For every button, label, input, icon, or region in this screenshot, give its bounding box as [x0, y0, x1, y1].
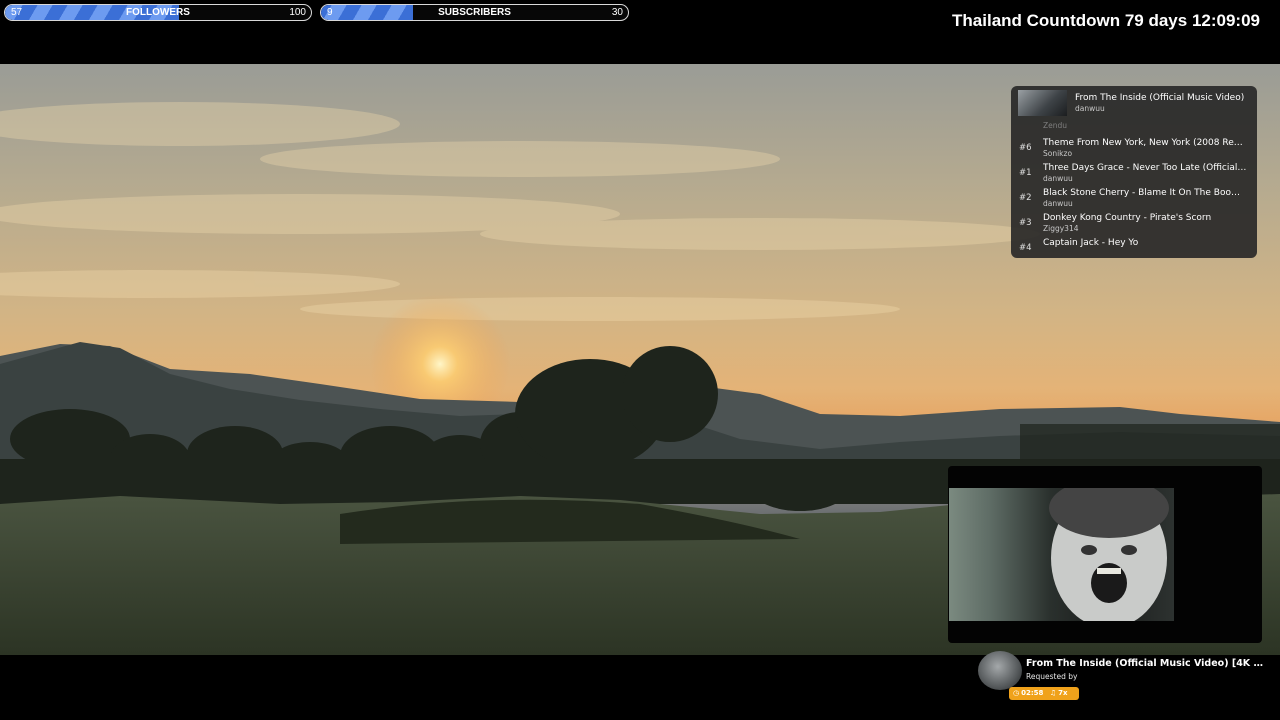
followers-target: 100 [289, 7, 306, 18]
queue-title: Three Days Grace - Never Too Late (Offic… [1043, 163, 1247, 173]
requester-avatar [978, 651, 1022, 690]
queue-rank: #1 [1019, 168, 1032, 178]
subscribers-label: SUBSCRIBERS [438, 7, 511, 18]
video-face-illustration [1049, 478, 1169, 628]
queue-rank: #2 [1019, 193, 1032, 203]
clock-icon: ◷ [1013, 689, 1020, 697]
like-count: 7x [1058, 689, 1068, 697]
now-playing-thumbnail [1018, 90, 1067, 116]
queue-item: #2 Black Stone Cherry - Blame It On The … [1011, 184, 1257, 209]
queue-rank: #3 [1019, 218, 1032, 228]
subscribers-goal-bar: 9 SUBSCRIBERS 30 [320, 4, 629, 21]
queue-user: danwuu [1043, 174, 1073, 183]
queue-rank: #6 [1019, 143, 1032, 153]
song-queue-panel: From The Inside (Official Music Video) d… [1011, 86, 1257, 258]
video-frame[interactable] [949, 478, 1174, 628]
queue-ghost-user: Zendu [1043, 121, 1068, 130]
queue-item: #1 Three Days Grace - Never Too Late (Of… [1011, 159, 1257, 184]
music-note-icon: ♫ [1049, 689, 1057, 697]
countdown-text: Thailand Countdown 79 days 12:09:09 [952, 11, 1260, 30]
queue-user: Sonikzo [1043, 149, 1073, 158]
queue-now-user: danwuu [1075, 104, 1105, 113]
subscribers-target: 30 [611, 7, 623, 18]
requested-by-label: Requested by [1026, 672, 1078, 681]
queue-item: #4 Captain Jack - Hey Yo [1011, 234, 1257, 258]
queue-title: Black Stone Cherry - Blame It On The Boo… [1043, 188, 1247, 198]
playback-time: 02:58 [1021, 689, 1044, 697]
queue-rank: #4 [1019, 243, 1032, 253]
queue-title: Theme From New York, New York (2008 Rema… [1043, 138, 1247, 148]
clouds [0, 102, 1040, 321]
queue-user: Ziggy314 [1043, 224, 1079, 233]
now-playing-title: From The Inside (Official Music Video) [… [1026, 658, 1270, 669]
followers-label: FOLLOWERS [126, 7, 190, 18]
queue-title: Captain Jack - Hey Yo [1043, 238, 1139, 248]
followers-goal-bar: 57 FOLLOWERS 100 [4, 4, 312, 21]
queue-item: #3 Donkey Kong Country - Pirate's Scorn … [1011, 209, 1257, 234]
queue-title: Donkey Kong Country - Pirate's Scorn [1043, 213, 1212, 223]
video-player[interactable] [948, 466, 1262, 643]
queue-now-title: From The Inside (Official Music Video) [1075, 93, 1245, 103]
playback-badge: ◷ 02:58 ♫ 7x [1009, 687, 1079, 700]
queue-user: danwuu [1043, 199, 1073, 208]
queue-item: #6 Theme From New York, New York (2008 R… [1011, 134, 1257, 159]
